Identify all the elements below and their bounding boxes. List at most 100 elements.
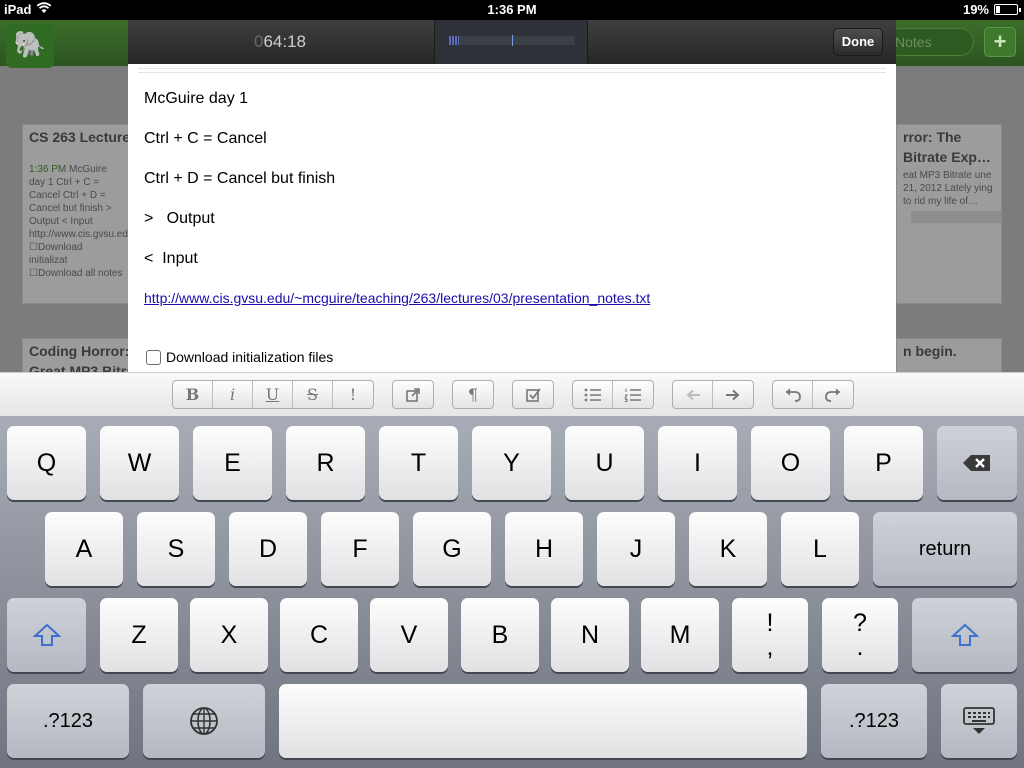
todo-checkbox[interactable] (146, 349, 161, 365)
note-link[interactable]: http://www.cis.gvsu.edu/~mcguire/teachin… (144, 290, 650, 306)
note-card-snippet: eat MP3 Bitrate une 21, 2012 Lately ying… (903, 170, 993, 207)
key-d[interactable]: D (229, 512, 307, 586)
key-g[interactable]: G (413, 512, 491, 586)
return-key-label: return (918, 537, 972, 560)
bold-button[interactable]: B (173, 381, 213, 408)
numbered-list-icon[interactable] (613, 381, 653, 408)
note-card: Coding Horror: Great MP3 Bitra (22, 338, 130, 372)
recording-timer: 064:18 (254, 32, 307, 51)
on-screen-keyboard: Q W E R T Y U I O P A S D F G H J K L re… (0, 416, 1024, 768)
key-v[interactable]: V (370, 598, 448, 672)
key-h[interactable]: H (505, 512, 583, 586)
italic-button[interactable]: i (213, 381, 253, 408)
undo-icon[interactable] (773, 381, 813, 408)
note-editor-header: 064:18 Done (128, 20, 896, 64)
battery-percent: 19% (962, 2, 989, 17)
paragraph-button[interactable]: ¶ (453, 381, 493, 408)
battery-fill (996, 6, 1000, 13)
backspace-icon[interactable] (937, 426, 1017, 500)
key-c[interactable]: C (280, 598, 358, 672)
shift-icon[interactable] (7, 598, 86, 672)
return-key[interactable]: return (873, 512, 1017, 586)
indent-icon[interactable] (713, 381, 753, 408)
key-e[interactable]: E (193, 426, 272, 500)
numbers-key[interactable]: .?123 (821, 684, 927, 758)
key-s[interactable]: S (137, 512, 215, 586)
evernote-logo-icon: 🐘 (6, 24, 54, 68)
note-line[interactable]: Ctrl + D = Cancel but finish (144, 170, 335, 188)
mini-table-row (911, 222, 1001, 223)
key-n[interactable]: N (551, 598, 629, 672)
key-exclamation-comma[interactable]: !, (732, 598, 808, 672)
note-line[interactable]: > Output (144, 210, 215, 228)
audio-meter-marker (512, 35, 513, 46)
checkbox-group (512, 380, 554, 409)
done-button[interactable]: Done (833, 28, 883, 56)
key-b[interactable]: B (461, 598, 539, 672)
divider (138, 72, 886, 73)
key-u[interactable]: U (565, 426, 644, 500)
add-note-button: + (984, 27, 1016, 57)
key-z[interactable]: Z (100, 598, 178, 672)
outdent-icon[interactable] (673, 381, 713, 408)
note-line[interactable]: Ctrl + C = Cancel (144, 130, 267, 148)
note-card: n begin. (896, 338, 1002, 372)
key-w[interactable]: W (100, 426, 179, 500)
battery-icon (994, 4, 1021, 15)
numbers-key[interactable]: .?123 (7, 684, 129, 758)
note-card-title-2: Great MP3 Bitra (29, 363, 130, 372)
note-card-title: CS 263 Lecture (29, 129, 130, 145)
note-card-title: n begin. (903, 343, 957, 359)
note-line[interactable]: < Input (144, 250, 198, 268)
key-m[interactable]: M (641, 598, 719, 672)
key-y[interactable]: Y (472, 426, 551, 500)
checkbox-icon[interactable] (513, 381, 553, 408)
note-card: rror: The Bitrate Exp… eat MP3 Bitrate u… (896, 124, 1002, 304)
bullet-list-icon[interactable] (573, 381, 613, 408)
shift-icon[interactable] (912, 598, 1017, 672)
audio-level-meter (434, 20, 588, 64)
globe-icon[interactable] (143, 684, 265, 758)
highlight-button[interactable]: ! (333, 381, 373, 408)
key-f[interactable]: F (321, 512, 399, 586)
status-time: 1:36 PM (487, 2, 537, 17)
note-card-table-thumbnail (911, 211, 1001, 223)
note-card: CS 263 Lecture 1:36 PM McGuire day 1 Ctr… (22, 124, 130, 304)
note-line[interactable]: McGuire day 1 (144, 90, 248, 108)
key-r[interactable]: R (286, 426, 365, 500)
note-card-item: ☐Download initializat (29, 242, 83, 266)
todo-label: Download initialization files (166, 349, 334, 365)
note-card-snippet: 1:36 PM McGuire day 1 Ctrl + C = Cancel … (29, 164, 129, 240)
note-card-title: Coding Horror: (29, 343, 130, 359)
key-k[interactable]: K (689, 512, 767, 586)
key-x[interactable]: X (190, 598, 268, 672)
keyboard-hide-icon[interactable] (941, 684, 1017, 758)
key-p[interactable]: P (844, 426, 923, 500)
link-group (392, 380, 434, 409)
search-input: Notes (886, 28, 974, 56)
numbers-key-label: .?123 (848, 709, 900, 732)
key-o[interactable]: O (751, 426, 830, 500)
external-link-icon[interactable] (393, 381, 433, 408)
underline-button[interactable]: U (253, 381, 293, 408)
redo-icon[interactable] (813, 381, 853, 408)
formatting-toolbar: B i U S ! ¶ (0, 372, 1024, 416)
note-card-title: rror: The (903, 129, 962, 145)
todo-item[interactable]: Download initialization files (146, 349, 333, 365)
strikethrough-button[interactable]: S (293, 381, 333, 408)
key-q[interactable]: Q (7, 426, 86, 500)
audio-meter-fill (449, 36, 459, 45)
note-editor-body[interactable]: McGuire day 1 Ctrl + C = Cancel Ctrl + D… (128, 64, 896, 372)
paragraph-group: ¶ (452, 380, 494, 409)
indent-group (672, 380, 754, 409)
space-bar[interactable] (279, 684, 807, 758)
text-style-group: B i U S ! (172, 380, 374, 409)
key-a[interactable]: A (45, 512, 123, 586)
key-j[interactable]: J (597, 512, 675, 586)
key-i[interactable]: I (658, 426, 737, 500)
key-t[interactable]: T (379, 426, 458, 500)
key-question-period[interactable]: ?. (822, 598, 898, 672)
note-card-item: ☐Download all notes (29, 268, 123, 279)
history-group (772, 380, 854, 409)
key-l[interactable]: L (781, 512, 859, 586)
